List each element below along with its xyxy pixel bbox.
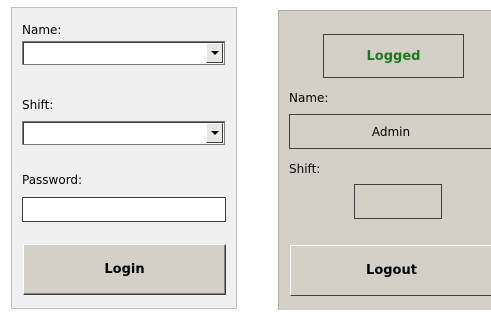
shift-dropdown[interactable] bbox=[22, 121, 225, 145]
chevron-down-icon[interactable] bbox=[206, 123, 223, 143]
logged-name-value: Admin bbox=[289, 114, 491, 149]
chevron-down-icon[interactable] bbox=[206, 43, 223, 63]
password-label: Password: bbox=[22, 173, 83, 187]
name-label: Name: bbox=[22, 23, 62, 37]
login-panel: Name: Shift: Password: Login bbox=[11, 7, 237, 309]
logged-panel: Logged Name: Admin Shift: Logout bbox=[278, 10, 491, 310]
password-field[interactable] bbox=[22, 197, 226, 222]
logged-shift-value bbox=[354, 184, 442, 219]
logged-name-label: Name: bbox=[289, 91, 329, 105]
name-dropdown[interactable] bbox=[22, 41, 225, 65]
status-badge: Logged bbox=[323, 34, 464, 78]
logged-shift-label: Shift: bbox=[289, 162, 321, 176]
logout-button[interactable]: Logout bbox=[290, 245, 491, 296]
login-button[interactable]: Login bbox=[23, 244, 226, 295]
shift-label: Shift: bbox=[22, 98, 54, 112]
